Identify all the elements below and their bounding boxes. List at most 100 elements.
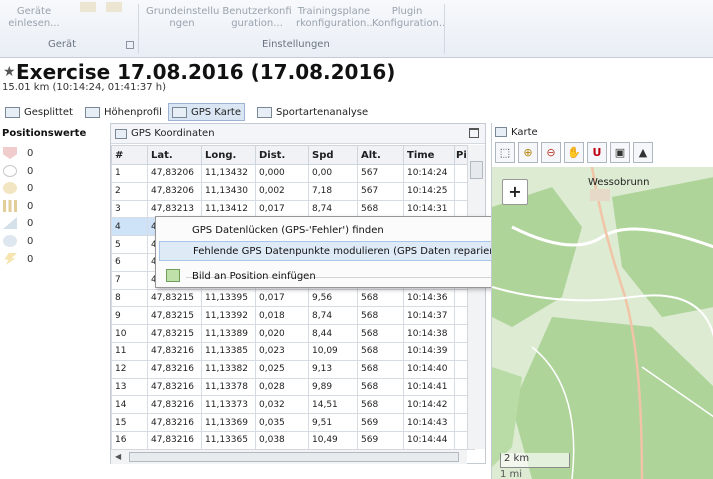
gps-table: # Lat. Long. Dist. Spd Alt. Time Pic 1 47… bbox=[111, 145, 475, 450]
table-cell: 14,51 bbox=[308, 395, 358, 415]
zoom-in-button[interactable]: + bbox=[502, 179, 528, 205]
interpolate-gps-points-item[interactable]: Fehlende GPS Datenpunkte modulieren (GPS… bbox=[159, 241, 539, 261]
vertical-scrollbar[interactable] bbox=[467, 145, 485, 449]
group-launcher-icon[interactable] bbox=[126, 41, 134, 49]
table-cell: 11,13382 bbox=[201, 359, 256, 379]
plugin-config-button[interactable]: Plugin Konfiguration.. bbox=[372, 6, 445, 30]
table-cell: 0,020 bbox=[255, 324, 309, 343]
table-cell: 567 bbox=[357, 181, 404, 201]
table-row[interactable]: 11 47,83216 11,13385 0,023 10,09 568 10:14:39 bbox=[111, 341, 475, 361]
column-header[interactable]: Alt. bbox=[357, 145, 404, 165]
table-cell: 0,00 bbox=[308, 164, 358, 183]
ribbon-shortcut-icon bbox=[106, 2, 122, 12]
map-town-label: Wessobrunn bbox=[588, 177, 650, 188]
basic-settings-button[interactable]: Grundeinstellu ngen bbox=[146, 6, 219, 30]
camera-icon[interactable]: ▣ bbox=[610, 142, 630, 163]
column-header[interactable]: Spd bbox=[308, 145, 358, 165]
select-icon[interactable]: ⬚ bbox=[495, 142, 515, 163]
compass-icon[interactable]: ▲ bbox=[633, 142, 653, 163]
position-value: 0 bbox=[27, 165, 34, 177]
table-cell: 47,83215 bbox=[147, 288, 202, 308]
zoom-out-icon[interactable]: ⊖ bbox=[541, 142, 561, 163]
table-cell: 11 bbox=[111, 341, 148, 361]
read-devices-label: Geräte einlesen... bbox=[8, 6, 60, 29]
table-row[interactable]: 14 47,83216 11,13373 0,032 14,51 568 10:14:42 bbox=[111, 395, 475, 415]
table-icon bbox=[115, 128, 127, 139]
column-header[interactable]: # bbox=[111, 145, 148, 165]
table-cell: 568 bbox=[357, 324, 404, 343]
table-cell: 0,023 bbox=[255, 341, 309, 361]
table-cell: 1 bbox=[111, 164, 148, 183]
column-header[interactable]: Dist. bbox=[255, 145, 309, 165]
trainingplan-config-button[interactable]: Trainingsplane rkonfiguration.. bbox=[296, 6, 373, 30]
table-row[interactable]: 10 47,83215 11,13389 0,020 8,44 568 10:14:38 bbox=[111, 324, 475, 343]
table-cell: 47,83216 bbox=[147, 430, 202, 450]
horizontal-scroll-thumb[interactable] bbox=[129, 452, 459, 462]
analysis-icon bbox=[257, 106, 272, 118]
map-icon bbox=[495, 127, 507, 137]
ribbon-shortcut-icon bbox=[80, 2, 96, 12]
gps-panel-title: GPS Koordinaten bbox=[131, 128, 215, 139]
table-cell: 11,13392 bbox=[201, 306, 256, 326]
menu-item-label: Fehlende GPS Datenpunkte modulieren (GPS… bbox=[193, 245, 510, 257]
tab-label: Höhenprofil bbox=[104, 106, 162, 118]
horizontal-scrollbar[interactable]: ◀ bbox=[111, 449, 467, 464]
map-panel-header: Karte bbox=[492, 123, 713, 141]
position-value-row: 0 bbox=[3, 251, 33, 267]
table-cell: 567 bbox=[357, 164, 404, 183]
scroll-left-icon[interactable]: ◀ bbox=[115, 452, 121, 461]
menu-item-label: GPS Datenlücken (GPS-'Fehler') finden bbox=[192, 224, 384, 236]
column-header[interactable]: Time bbox=[403, 145, 455, 165]
temperature-icon bbox=[3, 235, 17, 247]
table-cell: 9,51 bbox=[308, 413, 358, 432]
table-cell: 47,83215 bbox=[147, 324, 202, 343]
column-header[interactable]: Long. bbox=[201, 145, 256, 165]
page-subtitle: 15.01 km (10:14:24, 01:41:37 h) bbox=[2, 82, 167, 93]
table-row[interactable]: 2 47,83206 11,13430 0,002 7,18 567 10:14:25 bbox=[111, 181, 475, 201]
table-cell: 10:14:44 bbox=[403, 430, 455, 450]
insert-picture-item[interactable]: Bild an Position einfügen bbox=[159, 266, 539, 286]
magnet-icon[interactable]: U bbox=[587, 142, 607, 163]
group-label-settings: Einstellungen bbox=[262, 39, 330, 50]
table-cell: 7 bbox=[111, 270, 148, 290]
table-cell: 2 bbox=[111, 181, 148, 201]
table-row[interactable]: 9 47,83215 11,13392 0,018 8,74 568 10:14:37 bbox=[111, 306, 475, 326]
table-row[interactable]: 15 47,83216 11,13369 0,035 9,51 569 10:14:43 bbox=[111, 413, 475, 432]
table-cell: 10:14:42 bbox=[403, 395, 455, 415]
table-cell: 568 bbox=[357, 288, 404, 308]
table-row[interactable]: 16 47,83216 11,13365 0,038 10,49 569 10:14:44 bbox=[111, 430, 475, 450]
read-devices-button[interactable]: Geräte einlesen... bbox=[4, 6, 64, 30]
position-value: 0 bbox=[27, 200, 34, 212]
table-cell: 10:14:24 bbox=[403, 164, 455, 183]
zoom-in-icon[interactable]: ⊕ bbox=[518, 142, 538, 163]
tab-sport-analysis[interactable]: Sportartenanalyse bbox=[254, 103, 371, 121]
table-cell: 7,18 bbox=[308, 181, 358, 201]
pan-icon[interactable]: ✋ bbox=[564, 142, 584, 163]
table-cell: 10:14:43 bbox=[403, 413, 455, 432]
tab-elevation[interactable]: Höhenprofil bbox=[82, 103, 165, 121]
user-config-button[interactable]: Benutzerkonfi guration... bbox=[218, 6, 296, 30]
table-row[interactable]: 12 47,83216 11,13382 0,025 9,13 568 10:14:40 bbox=[111, 359, 475, 379]
column-header[interactable]: Lat. bbox=[147, 145, 202, 165]
table-cell: 0,017 bbox=[255, 288, 309, 308]
table-row[interactable]: 1 47,83206 11,13432 0,000 0,00 567 10:14:24 bbox=[111, 164, 475, 183]
vertical-scroll-thumb[interactable] bbox=[470, 161, 483, 179]
table-row[interactable]: 8 47,83215 11,13395 0,017 9,56 568 10:14:36 bbox=[111, 288, 475, 308]
position-value: 0 bbox=[27, 147, 34, 159]
cadence-icon bbox=[3, 182, 17, 194]
tab-gps-map[interactable]: GPS Karte bbox=[168, 103, 245, 121]
table-header-row: # Lat. Long. Dist. Spd Alt. Time Pic bbox=[111, 145, 475, 165]
tab-split[interactable]: Gesplittet bbox=[2, 103, 76, 121]
user-config-label: Benutzerkonfi guration... bbox=[222, 6, 292, 29]
table-cell: 10:14:39 bbox=[403, 341, 455, 361]
find-gps-gaps-item[interactable]: GPS Datenlücken (GPS-'Fehler') finden bbox=[159, 220, 539, 240]
table-cell: 10:14:40 bbox=[403, 359, 455, 379]
table-cell: 47,83216 bbox=[147, 413, 202, 432]
position-value: 0 bbox=[27, 182, 34, 194]
table-row[interactable]: 13 47,83216 11,13378 0,028 9,89 568 10:14:41 bbox=[111, 377, 475, 397]
map-icon bbox=[172, 106, 187, 118]
table-cell: 6 bbox=[111, 252, 148, 272]
table-cell: 47,83215 bbox=[147, 306, 202, 326]
map-canvas[interactable]: + Wessobrunn 2 km 1 mi bbox=[492, 167, 713, 479]
maximize-icon[interactable] bbox=[469, 128, 479, 138]
